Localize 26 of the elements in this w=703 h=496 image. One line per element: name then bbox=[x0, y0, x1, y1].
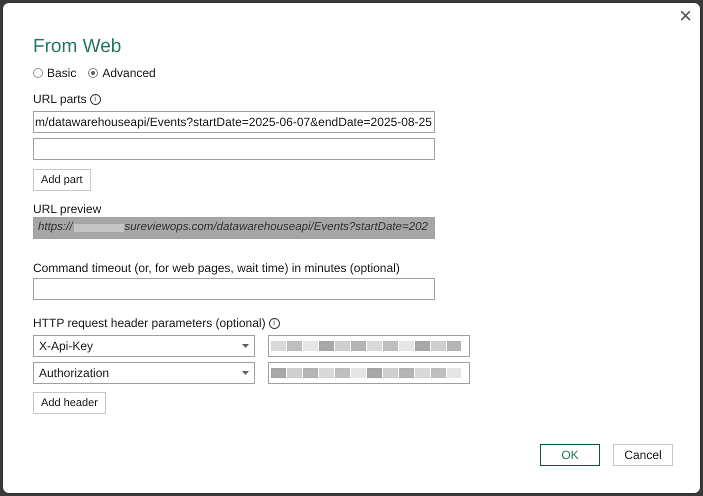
header-dropdown[interactable]: Authorization bbox=[33, 362, 255, 384]
field-label: Command timeout (or, for web pages, wait time) in minutes (optional) bbox=[33, 260, 401, 273]
field-label: URL parts bbox=[33, 91, 87, 108]
redacted-text bbox=[74, 224, 124, 232]
cancel-button[interactable]: Cancel bbox=[613, 444, 673, 466]
preview-text: sureviewops.com/datawarehouseapi/Events?startDate=202 bbox=[124, 220, 428, 236]
preview-text: https:// bbox=[38, 220, 73, 236]
caret-icon bbox=[242, 344, 249, 348]
input-field[interactable] bbox=[33, 278, 435, 300]
dialog-title: From Web bbox=[33, 36, 122, 58]
info-icon: i bbox=[90, 94, 101, 104]
info-icon: i bbox=[268, 318, 280, 328]
caret-icon bbox=[242, 371, 249, 375]
header-dropdown[interactable]: X-Api-Key bbox=[33, 335, 255, 357]
add-header-button[interactable]: Add header bbox=[33, 392, 106, 414]
input-field[interactable] bbox=[268, 362, 470, 384]
ok-button[interactable]: OK bbox=[540, 444, 600, 466]
radio-option[interactable]: Basic bbox=[33, 64, 76, 82]
add-part-button[interactable]: Add part bbox=[33, 169, 91, 191]
radio-option[interactable]: Advanced bbox=[88, 64, 156, 82]
field-label: URL preview bbox=[33, 201, 102, 214]
input-field[interactable] bbox=[33, 138, 435, 160]
close-button[interactable]: × bbox=[679, 5, 692, 27]
field-label: HTTP request header parameters (optional) bbox=[33, 315, 266, 332]
input-field[interactable]: m/datawarehouseapi/Events?startDate=2025-06-07&endDate=2025-08-25 bbox=[33, 111, 435, 133]
input-field[interactable] bbox=[268, 335, 470, 357]
